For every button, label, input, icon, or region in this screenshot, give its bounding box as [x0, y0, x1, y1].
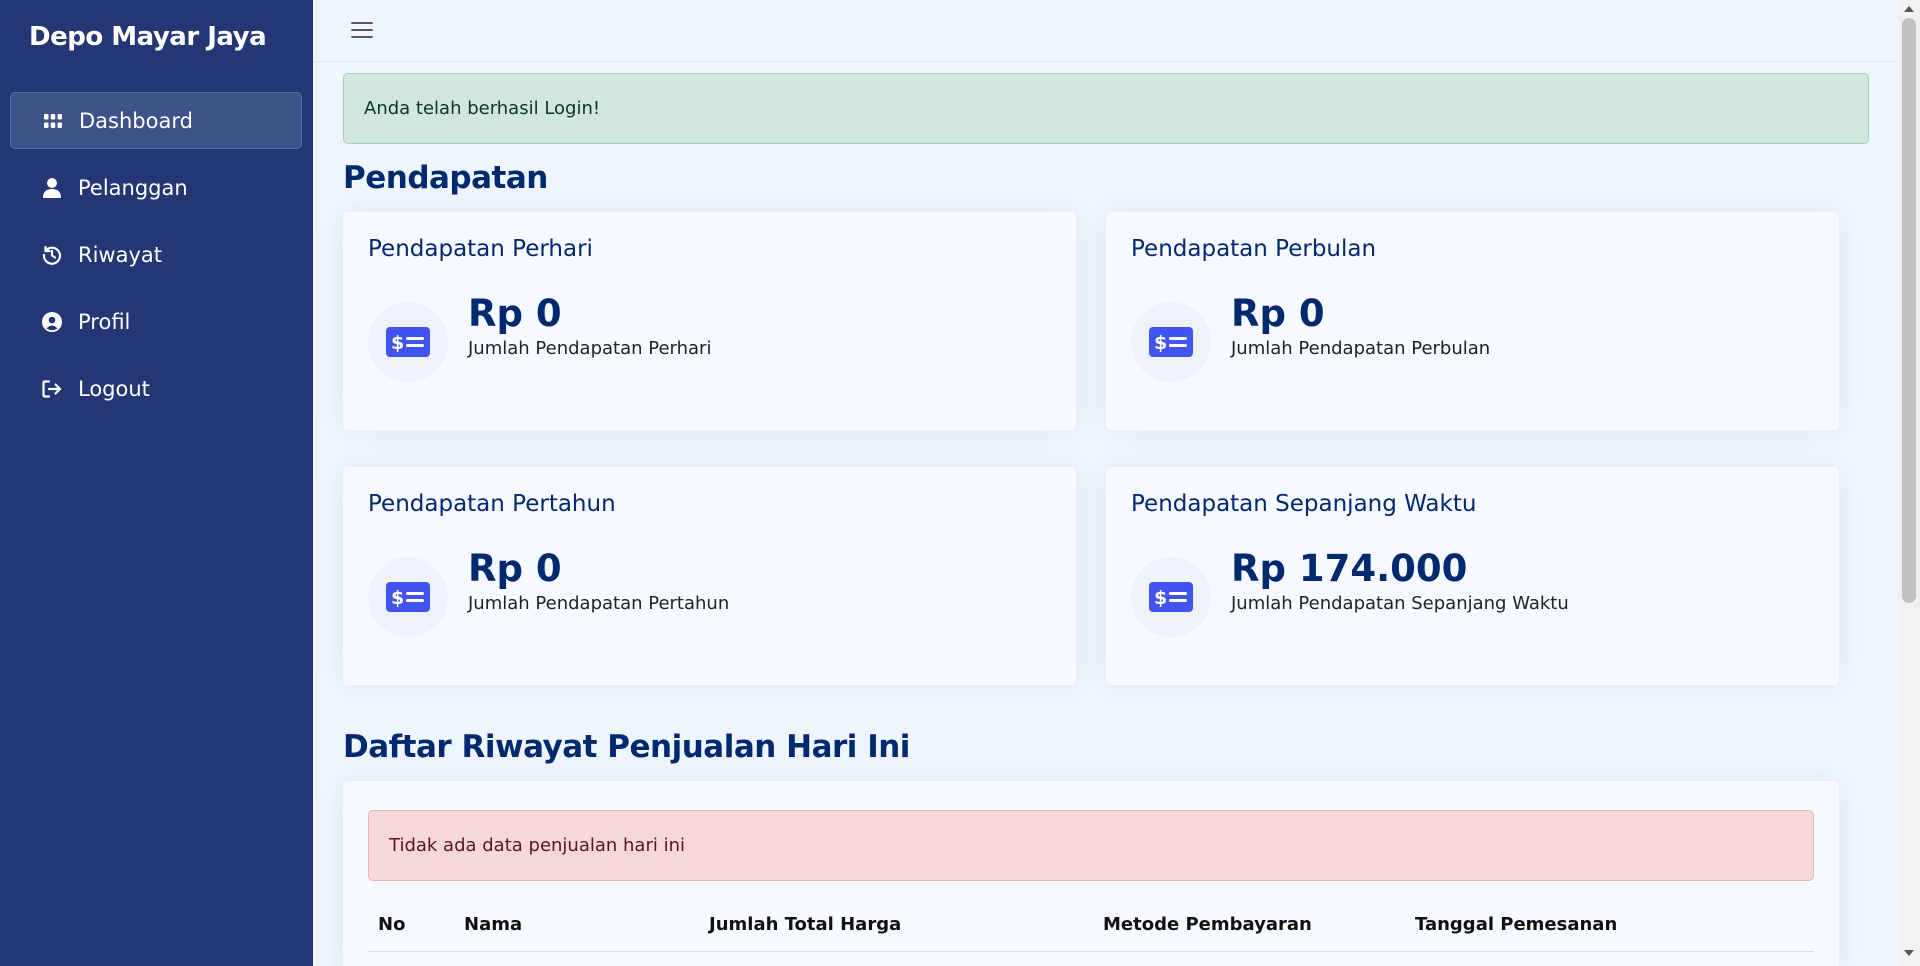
topbar — [313, 0, 1898, 62]
scroll-up-arrow-icon[interactable] — [1904, 6, 1914, 12]
card-title: Pendapatan Pertahun — [368, 491, 616, 517]
revenue-card-daily: Pendapatan Perhari $ Rp 0 Jumlah Pendapa… — [343, 212, 1076, 430]
sidebar-item-label: Dashboard — [79, 108, 193, 133]
card-value: Rp 0 — [1231, 292, 1325, 335]
sidebar-item-label: Logout — [78, 376, 150, 401]
column-header-no: No — [378, 914, 406, 935]
sales-history-card: Tidak ada data penjualan hari ini No Nam… — [343, 781, 1839, 966]
scroll-thumb[interactable] — [1902, 18, 1916, 603]
scroll-down-arrow-icon[interactable] — [1904, 950, 1914, 956]
card-title: Pendapatan Perbulan — [1131, 236, 1377, 262]
person-icon — [42, 177, 62, 198]
alert-text: Tidak ada data penjualan hari ini — [389, 835, 685, 856]
svg-text:$: $ — [391, 587, 404, 609]
table-header-divider — [368, 951, 1814, 952]
column-header-nama: Nama — [464, 914, 523, 935]
card-title: Pendapatan Perhari — [368, 236, 593, 262]
card-value: Rp 0 — [468, 292, 562, 335]
brand-logo[interactable]: Depo Mayar Jaya — [29, 22, 267, 52]
login-success-alert: Anda telah berhasil Login! — [343, 73, 1869, 144]
column-header-metode-pembayaran: Metode Pembayaran — [1103, 914, 1312, 935]
sales-history-title: Daftar Riwayat Penjualan Hari Ini — [343, 729, 910, 765]
card-subtitle: Jumlah Pendapatan Perbulan — [1231, 338, 1491, 359]
cash-icon: $ — [368, 557, 448, 637]
user-circle-icon — [42, 311, 62, 332]
revenue-section-title: Pendapatan — [343, 160, 548, 196]
column-header-tanggal-pemesanan: Tanggal Pemesanan — [1415, 914, 1618, 935]
svg-text:$: $ — [391, 332, 404, 354]
cash-icon: $ — [368, 302, 448, 382]
sidebar: Depo Mayar Jaya Dashboard Pelanggan Riwa… — [0, 0, 313, 966]
sidebar-item-pelanggan[interactable]: Pelanggan — [10, 159, 302, 216]
card-value: Rp 0 — [468, 547, 562, 590]
sidebar-item-logout[interactable]: Logout — [10, 360, 302, 417]
svg-text:$: $ — [1154, 332, 1167, 354]
svg-text:$: $ — [1154, 587, 1167, 609]
sidebar-nav: Dashboard Pelanggan Riwayat Profil Logou… — [10, 92, 302, 427]
card-subtitle: Jumlah Pendapatan Pertahun — [468, 593, 730, 614]
alert-text: Anda telah berhasil Login! — [364, 98, 601, 119]
no-sales-alert: Tidak ada data penjualan hari ini — [368, 810, 1814, 881]
card-title: Pendapatan Sepanjang Waktu — [1131, 491, 1477, 517]
sidebar-item-profil[interactable]: Profil — [10, 293, 302, 350]
page-scrollbar[interactable] — [1898, 0, 1920, 966]
sidebar-item-label: Profil — [78, 309, 131, 334]
revenue-card-monthly: Pendapatan Perbulan $ Rp 0 Jumlah Pendap… — [1106, 212, 1839, 430]
revenue-card-all-time: Pendapatan Sepanjang Waktu $ Rp 174.000 … — [1106, 467, 1839, 685]
cash-icon: $ — [1131, 302, 1211, 382]
hamburger-icon[interactable] — [350, 18, 374, 42]
sidebar-item-riwayat[interactable]: Riwayat — [10, 226, 302, 283]
card-value: Rp 174.000 — [1231, 547, 1468, 590]
sidebar-item-label: Pelanggan — [78, 175, 188, 200]
sidebar-item-dashboard[interactable]: Dashboard — [10, 92, 302, 149]
sidebar-item-label: Riwayat — [78, 242, 162, 267]
card-subtitle: Jumlah Pendapatan Perhari — [468, 338, 712, 359]
cash-icon: $ — [1131, 557, 1211, 637]
revenue-card-yearly: Pendapatan Pertahun $ Rp 0 Jumlah Pendap… — [343, 467, 1076, 685]
column-header-total-harga: Jumlah Total Harga — [709, 914, 902, 935]
grid-icon — [43, 111, 63, 131]
logout-icon — [42, 379, 62, 399]
history-icon — [42, 245, 62, 265]
card-subtitle: Jumlah Pendapatan Sepanjang Waktu — [1231, 593, 1569, 614]
